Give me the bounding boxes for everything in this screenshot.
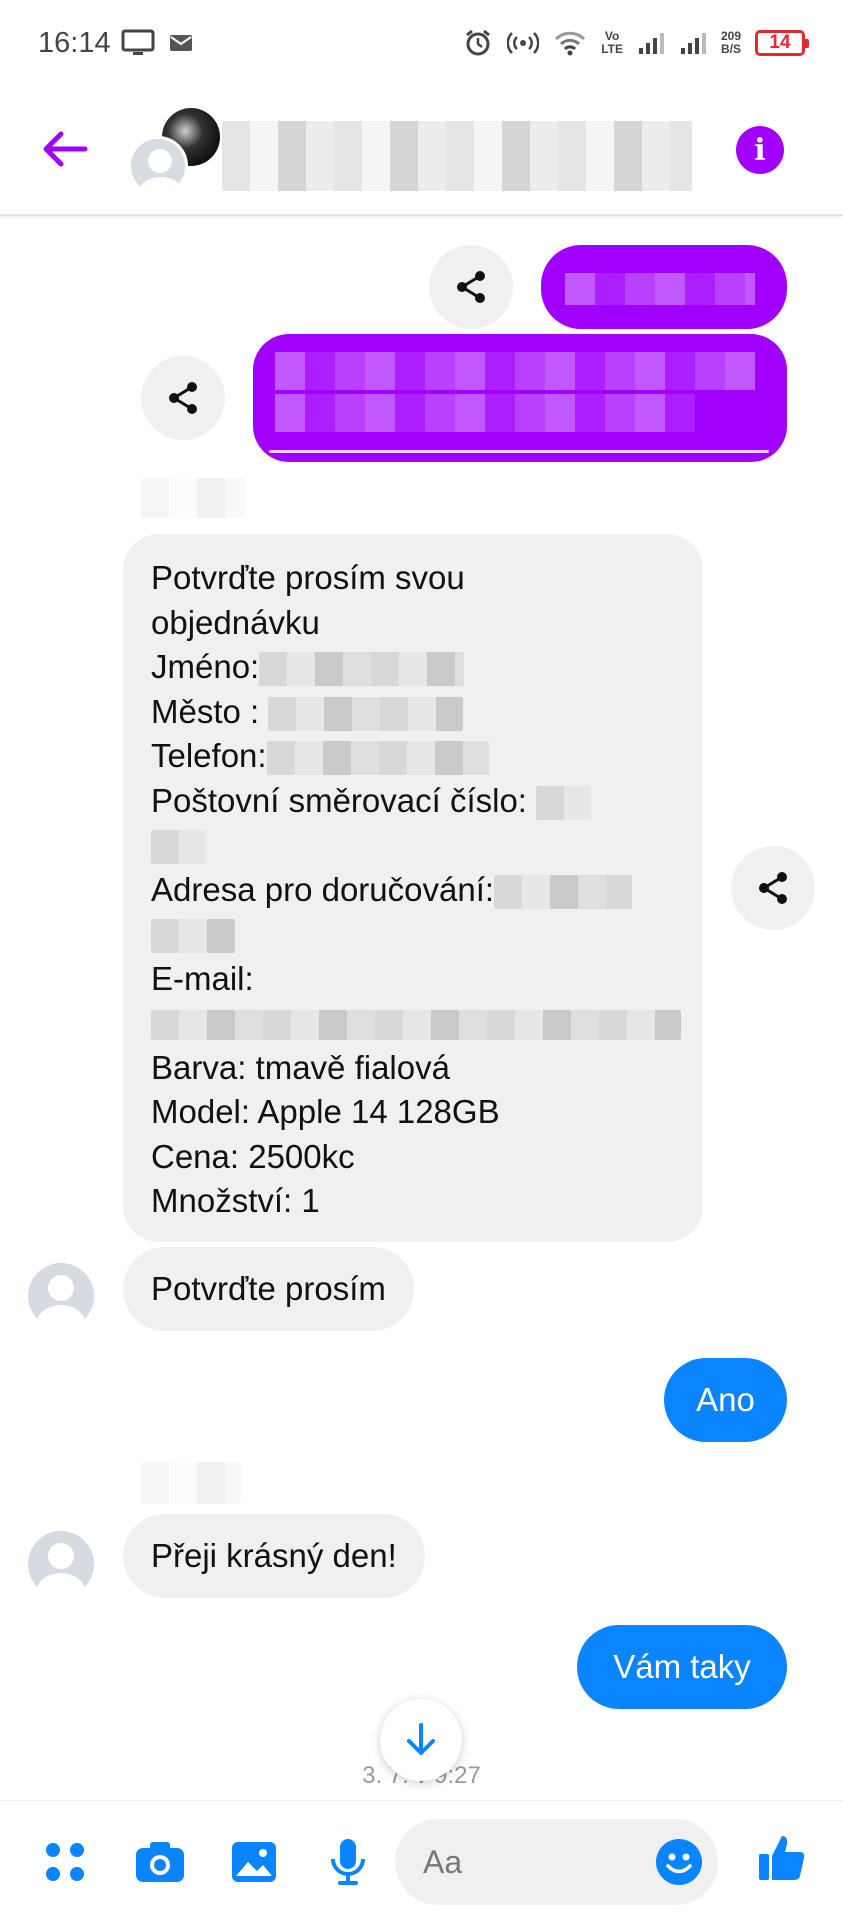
order-email-row: E-mail:	[151, 959, 254, 997]
apps-button[interactable]	[38, 1835, 92, 1889]
name-redacted	[259, 652, 465, 687]
emoji-icon	[666, 1853, 692, 1874]
order-phone-row: Telefon:	[151, 734, 675, 779]
microphone-icon	[331, 1839, 365, 1885]
outgoing-message-redacted[interactable]	[541, 245, 787, 329]
camera-button[interactable]	[133, 1835, 187, 1889]
order-message[interactable]: Potvrďte prosím svou objednávku Jméno: M…	[123, 534, 703, 1242]
message-composer: Aa	[0, 1800, 843, 1920]
microphone-button[interactable]	[321, 1835, 375, 1889]
message-input-placeholder: Aa	[423, 1843, 463, 1880]
order-name-row: Jméno:	[151, 645, 675, 690]
sender-name-redacted	[141, 1462, 241, 1504]
order-color-row: Barva: tmavě fialová	[151, 1048, 450, 1086]
gallery-button[interactable]	[227, 1835, 281, 1889]
status-bar: 16:14 Vo LTE 209 B/S 14	[0, 0, 843, 86]
arrow-left-icon	[43, 131, 88, 167]
signal-icon-2	[680, 33, 706, 54]
group-avatar[interactable]	[128, 108, 220, 196]
incoming-message[interactable]: Přeji krásný den!	[123, 1514, 425, 1598]
info-icon: i	[754, 132, 766, 168]
outgoing-message[interactable]: Ano	[664, 1358, 787, 1442]
avatar[interactable]	[28, 1263, 94, 1329]
emoji-button[interactable]	[656, 1839, 702, 1885]
message-text: Přeji krásný den!	[151, 1536, 397, 1574]
order-title: Potvrďte prosím svou objednávku	[151, 559, 465, 641]
camera-icon	[136, 1842, 184, 1882]
share-icon	[759, 872, 787, 904]
outgoing-message[interactable]: Vám taky	[577, 1625, 787, 1709]
outgoing-link-redacted[interactable]	[253, 334, 787, 462]
gallery-icon	[232, 1842, 276, 1882]
message-text: Potvrďte prosím	[151, 1269, 386, 1307]
back-button[interactable]	[40, 124, 90, 174]
avatar	[128, 136, 188, 196]
conversation-header: i	[0, 86, 843, 216]
zip-redacted-continued	[151, 830, 206, 865]
status-time: 16:14	[38, 26, 111, 59]
phone-redacted	[266, 741, 489, 776]
incoming-message[interactable]: Potvrďte prosím	[123, 1247, 414, 1331]
email-redacted	[151, 1010, 681, 1041]
order-zip-row: Poštovní směrovací číslo:	[151, 779, 675, 824]
order-model-row: Model: Apple 14 128GB	[151, 1093, 500, 1130]
address-redacted	[494, 874, 633, 909]
contact-name-redacted[interactable]	[222, 121, 692, 191]
message-text: Ano	[696, 1381, 755, 1418]
sender-name-redacted	[141, 478, 245, 518]
share-icon	[457, 271, 485, 303]
apps-icon	[46, 1843, 84, 1881]
order-address-row: Adresa pro doručování:	[151, 868, 675, 913]
hotspot-icon	[507, 32, 540, 54]
like-icon	[759, 1836, 805, 1880]
zip-redacted	[536, 785, 592, 820]
signal-icon	[638, 33, 664, 54]
info-button[interactable]: i	[736, 126, 784, 174]
share-button[interactable]	[429, 245, 513, 329]
battery-indicator: 14	[755, 30, 809, 56]
wifi-icon	[555, 31, 586, 56]
message-input[interactable]: Aa	[395, 1819, 718, 1905]
screen-cast-icon	[121, 29, 155, 55]
share-button[interactable]	[731, 846, 815, 930]
arrow-down-icon	[407, 1723, 435, 1755]
message-text: Vám taky	[613, 1648, 751, 1685]
scroll-to-bottom-button[interactable]	[380, 1699, 462, 1781]
network-speed: 209 B/S	[720, 29, 741, 56]
order-city-row: Město :	[151, 690, 675, 735]
mail-icon	[169, 35, 192, 51]
address-redacted-continued	[151, 919, 235, 954]
share-icon	[169, 382, 197, 414]
alarm-icon	[466, 29, 491, 56]
order-price-row: Cena: 2500kc	[151, 1137, 355, 1175]
share-button[interactable]	[141, 356, 225, 440]
avatar[interactable]	[28, 1531, 94, 1597]
like-button[interactable]	[755, 1831, 809, 1885]
volte-indicator: Vo LTE	[601, 29, 623, 56]
order-quantity-row: Množství: 1	[151, 1182, 320, 1219]
city-redacted	[268, 696, 464, 731]
